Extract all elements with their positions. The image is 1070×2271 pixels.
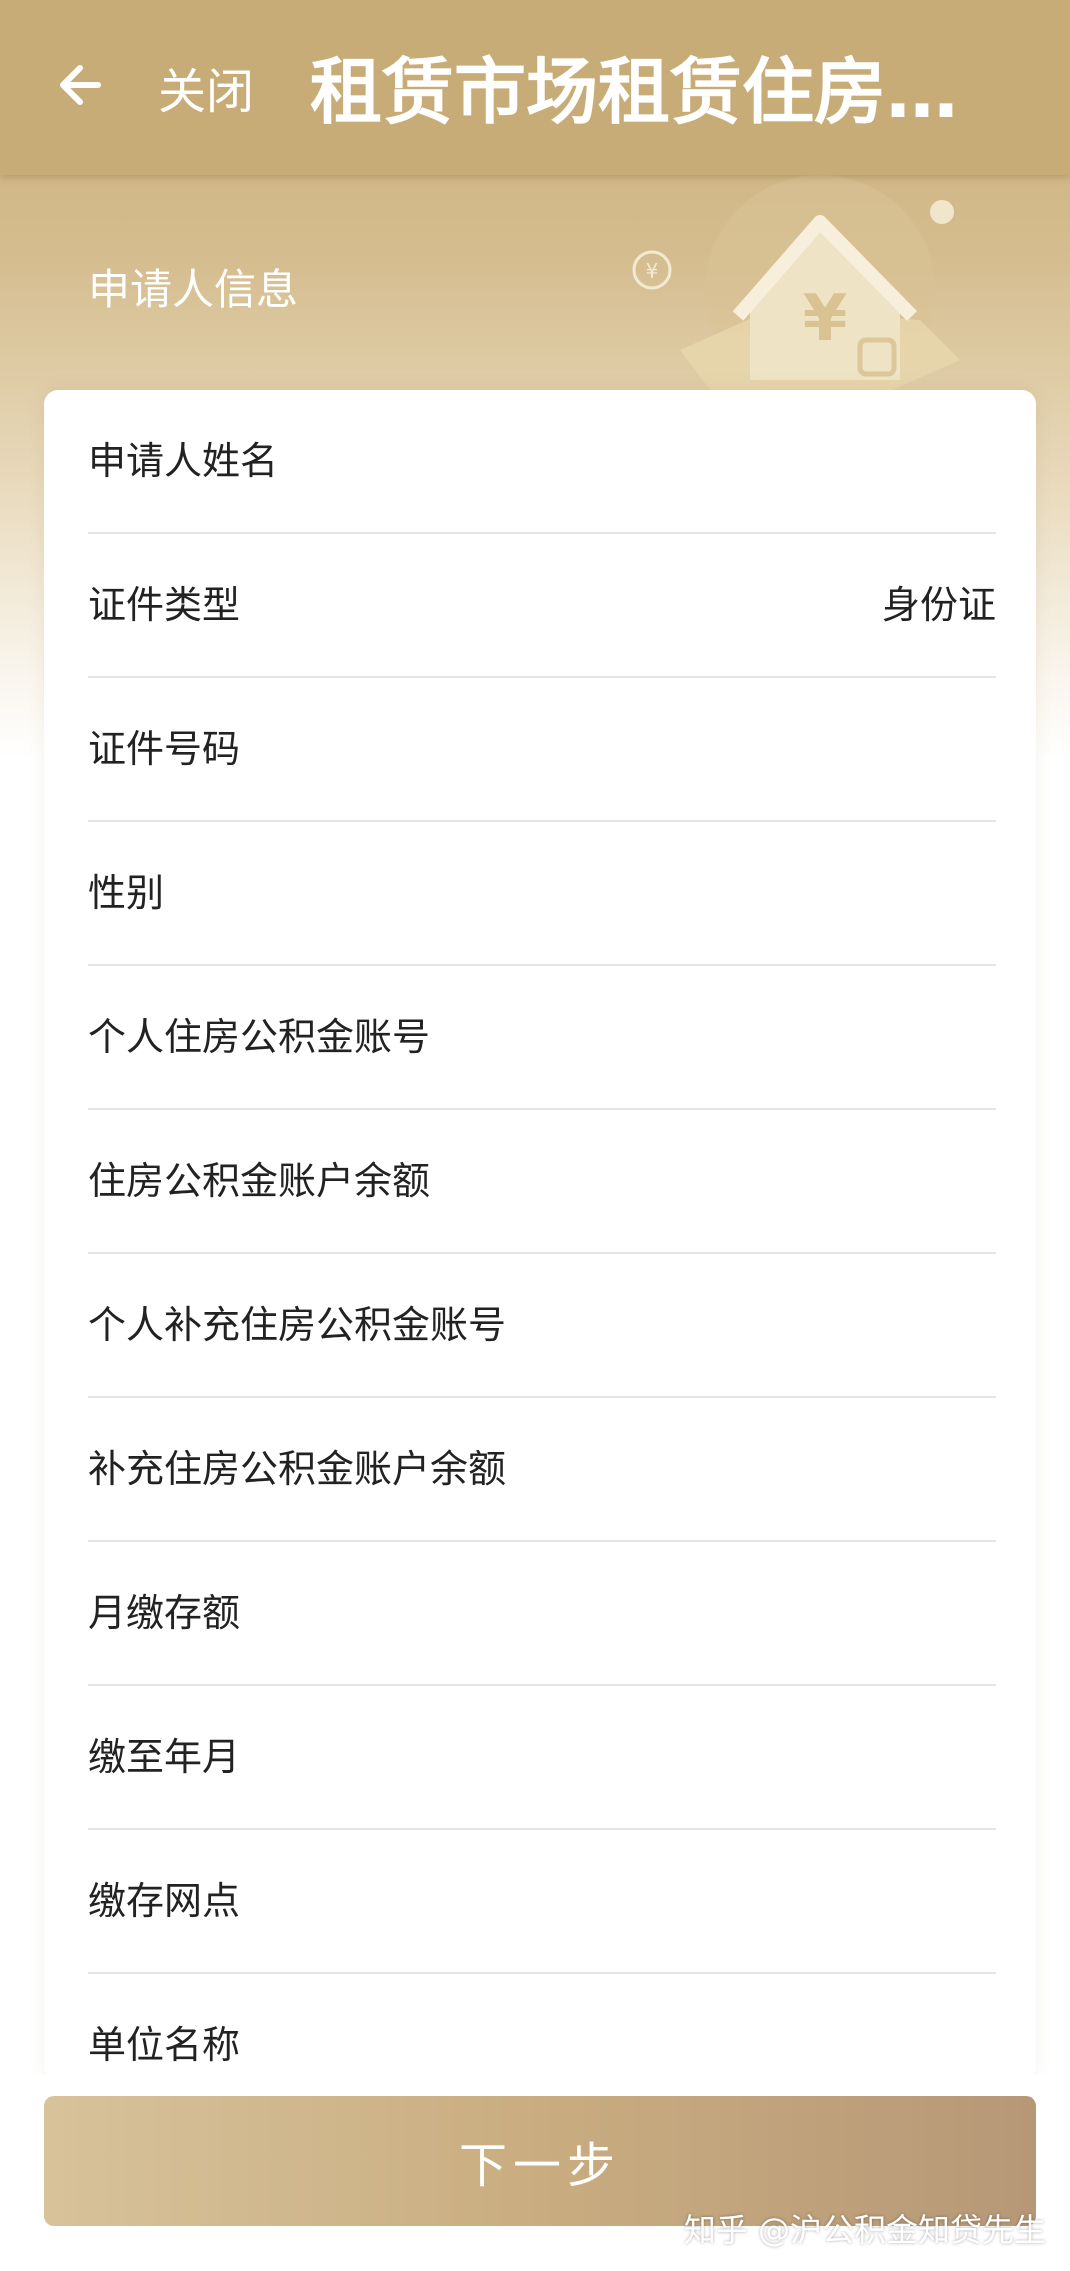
field-label: 性别 xyxy=(88,871,165,915)
form-row-supplementary-account[interactable]: 个人补充住房公积金账号 xyxy=(88,1254,996,1398)
field-label: 缴至年月 xyxy=(88,1735,241,1779)
id-type-value: 身份证 xyxy=(881,583,996,627)
form-row-employer-name[interactable]: 单位名称 xyxy=(88,1974,996,2080)
form-row-id-type[interactable]: 证件类型 身份证 xyxy=(88,534,996,678)
house-yuan-icon: ¥ ¥ xyxy=(632,175,960,405)
form-row-deposit-branch[interactable]: 缴存网点 xyxy=(88,1830,996,1974)
form-row-id-number[interactable]: 证件号码 xyxy=(88,678,996,822)
form-row-paid-until[interactable]: 缴至年月 xyxy=(88,1686,996,1830)
applicant-info-card: 申请人姓名 证件类型 身份证 证件号码 性别 个人住房公积金账号 住房公积金账户… xyxy=(44,390,1036,2080)
form-row-fund-account[interactable]: 个人住房公积金账号 xyxy=(88,966,996,1110)
close-button[interactable]: 关闭 xyxy=(158,62,254,122)
arrow-left-icon[interactable] xyxy=(52,55,112,115)
field-label: 单位名称 xyxy=(88,2023,241,2067)
section-title: 申请人信息 xyxy=(88,265,299,314)
next-step-button[interactable]: 下一步 xyxy=(44,2096,1036,2226)
navigation-bar: 关闭 租赁市场租赁住房提... xyxy=(0,0,1070,175)
form-row-applicant-name[interactable]: 申请人姓名 xyxy=(88,390,996,534)
next-step-label: 下一步 xyxy=(458,2138,621,2194)
form-row-supplementary-balance[interactable]: 补充住房公积金账户余额 xyxy=(88,1398,996,1542)
watermark: 知乎 @沪公积金知贷先生 xyxy=(683,2211,1046,2249)
svg-text:¥: ¥ xyxy=(803,282,848,356)
page-title: 租赁市场租赁住房提... xyxy=(310,50,1030,134)
field-label: 住房公积金账户余额 xyxy=(88,1159,431,1203)
bottom-action-bar: 下一步 知乎 @沪公积金知贷先生 xyxy=(0,2075,1070,2271)
form-row-monthly-deposit[interactable]: 月缴存额 xyxy=(88,1542,996,1686)
form-row-fund-balance[interactable]: 住房公积金账户余额 xyxy=(88,1110,996,1254)
field-label: 申请人姓名 xyxy=(88,439,279,483)
field-label: 证件类型 xyxy=(88,583,241,627)
field-label: 补充住房公积金账户余额 xyxy=(88,1447,507,1491)
field-label: 缴存网点 xyxy=(88,1879,241,1923)
field-label: 月缴存额 xyxy=(88,1591,241,1635)
field-label: 证件号码 xyxy=(88,727,241,771)
form-row-gender[interactable]: 性别 xyxy=(88,822,996,966)
field-label: 个人补充住房公积金账号 xyxy=(88,1303,507,1347)
svg-text:¥: ¥ xyxy=(646,259,659,283)
field-label: 个人住房公积金账号 xyxy=(88,1015,431,1059)
